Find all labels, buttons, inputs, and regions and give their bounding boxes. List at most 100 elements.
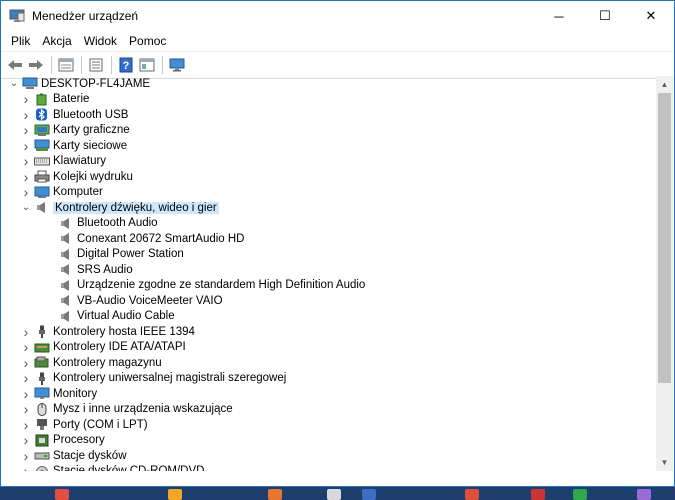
tree-device[interactable]: SRS Audio bbox=[0, 262, 656, 278]
chevron-down-icon[interactable]: ⌄ bbox=[8, 78, 20, 89]
tree-category[interactable]: › Kolejki wydruku bbox=[0, 169, 656, 185]
chevron-right-icon[interactable]: › bbox=[20, 355, 32, 371]
tree-device[interactable]: VB-Audio VoiceMeeter VAIO bbox=[0, 293, 656, 309]
speaker-icon bbox=[34, 201, 50, 214]
speaker-icon bbox=[58, 248, 74, 261]
tree-category[interactable]: › Stacje dysków bbox=[0, 448, 656, 464]
chevron-right-icon[interactable]: › bbox=[20, 432, 32, 448]
forward-icon[interactable] bbox=[26, 55, 46, 75]
tree-category[interactable]: › Bluetooth USB bbox=[0, 107, 656, 123]
scroll-up-icon[interactable]: ▲ bbox=[656, 76, 673, 93]
minimize-button[interactable]: ─ bbox=[536, 1, 582, 31]
toolbar: ? bbox=[1, 51, 674, 79]
tree-category[interactable]: › Karty graficzne bbox=[0, 122, 656, 138]
taskbar-app-icon[interactable] bbox=[268, 489, 282, 500]
battery-icon bbox=[34, 93, 50, 106]
taskbar-app-icon[interactable] bbox=[168, 489, 182, 500]
chevron-right-icon[interactable]: › bbox=[20, 370, 32, 386]
maximize-button[interactable]: ☐ bbox=[582, 1, 628, 31]
help-icon[interactable]: ? bbox=[116, 55, 136, 75]
tree-category[interactable]: › Baterie bbox=[0, 91, 656, 107]
device-manager-app-icon bbox=[9, 9, 25, 23]
chevron-right-icon[interactable]: › bbox=[20, 153, 32, 169]
taskbar-app-icon[interactable] bbox=[362, 489, 376, 500]
chevron-right-icon[interactable]: › bbox=[20, 169, 32, 185]
tree-device[interactable]: Conexant 20672 SmartAudio HD bbox=[0, 231, 656, 247]
menu-pomoc[interactable]: Pomoc bbox=[123, 34, 172, 48]
chevron-right-icon[interactable]: › bbox=[20, 122, 32, 138]
tree-category[interactable]: › Kontrolery hosta IEEE 1394 bbox=[0, 324, 656, 340]
taskbar-app-icon[interactable] bbox=[55, 489, 69, 500]
action-icon[interactable] bbox=[137, 55, 157, 75]
tree-device[interactable]: Digital Power Station bbox=[0, 247, 656, 263]
monitor-icon[interactable] bbox=[167, 55, 187, 75]
title-bar[interactable]: Menedżer urządzeń ─ ☐ ✕ bbox=[1, 1, 674, 31]
tree-category[interactable]: › Monitory bbox=[0, 386, 656, 402]
vertical-scrollbar[interactable]: ▲ ▼ bbox=[656, 76, 673, 471]
taskbar-app-icon[interactable] bbox=[637, 489, 651, 500]
tree-category[interactable]: › Stacje dysków CD-ROM/DVD bbox=[0, 463, 656, 471]
tree-category[interactable]: › Komputer bbox=[0, 184, 656, 200]
tree-category[interactable]: › Kontrolery IDE ATA/ATAPI bbox=[0, 339, 656, 355]
taskbar-app-icon[interactable] bbox=[465, 489, 479, 500]
scrollbar-thumb[interactable] bbox=[658, 93, 671, 383]
display-adapter-icon bbox=[34, 124, 50, 137]
chevron-right-icon[interactable]: › bbox=[20, 184, 32, 200]
tree-category-label: Kolejki wydruku bbox=[53, 170, 133, 183]
chevron-right-icon[interactable]: › bbox=[20, 324, 32, 340]
taskbar-app-icon[interactable] bbox=[327, 489, 341, 500]
properties-view-icon[interactable] bbox=[56, 55, 76, 75]
tree-category-label: Kontrolery IDE ATA/ATAPI bbox=[53, 341, 186, 354]
tree-category-label: Komputer bbox=[53, 186, 103, 199]
tree-category-label: Porty (COM i LPT) bbox=[53, 418, 148, 431]
tree-device[interactable]: Bluetooth Audio bbox=[0, 216, 656, 232]
back-icon[interactable] bbox=[5, 55, 25, 75]
port-icon bbox=[34, 418, 50, 431]
details-icon[interactable] bbox=[86, 55, 106, 75]
chevron-right-icon[interactable]: › bbox=[20, 401, 32, 417]
tree-category[interactable]: › Kontrolery uniwersalnej magistrali szer… bbox=[0, 370, 656, 386]
taskbar bbox=[0, 487, 675, 500]
tree-category[interactable]: › Kontrolery magazynu bbox=[0, 355, 656, 371]
tree-category-label: Kontrolery dźwięku, wideo i gier bbox=[53, 201, 219, 214]
taskbar-app-icon[interactable] bbox=[573, 489, 587, 500]
chevron-down-icon[interactable]: ⌄ bbox=[20, 202, 32, 213]
dvd-drive-icon bbox=[34, 465, 50, 471]
chevron-right-icon[interactable]: › bbox=[20, 91, 32, 107]
tree-category-label: Mysz i inne urządzenia wskazujące bbox=[53, 403, 233, 416]
computer-icon bbox=[22, 77, 38, 90]
window-title: Menedżer urządzeń bbox=[32, 9, 139, 23]
tree-category[interactable]: ⌄ Kontrolery dźwięku, wideo i gier bbox=[0, 200, 656, 216]
chevron-right-icon[interactable]: › bbox=[20, 107, 32, 123]
speaker-icon bbox=[58, 263, 74, 276]
tree-category[interactable]: › Klawiatury bbox=[0, 153, 656, 169]
tree-category[interactable]: › Procesory bbox=[0, 432, 656, 448]
tree-category[interactable]: › Karty sieciowe bbox=[0, 138, 656, 154]
chevron-right-icon[interactable]: › bbox=[20, 448, 32, 464]
scroll-down-icon[interactable]: ▼ bbox=[656, 454, 673, 471]
tree-device[interactable]: Virtual Audio Cable bbox=[0, 309, 656, 325]
printer-icon bbox=[34, 170, 50, 183]
tree-root[interactable]: ⌄ DESKTOP-FL4JAME bbox=[0, 76, 656, 92]
close-button[interactable]: ✕ bbox=[628, 1, 674, 31]
chevron-right-icon[interactable]: › bbox=[20, 417, 32, 433]
chevron-right-icon[interactable]: › bbox=[20, 339, 32, 355]
tree-root-label: DESKTOP-FL4JAME bbox=[41, 77, 151, 90]
device-tree[interactable]: ⌄ DESKTOP-FL4JAME › Baterie › Bluetooth USB… bbox=[0, 76, 656, 471]
taskbar-app-icon[interactable] bbox=[531, 489, 545, 500]
tree-category[interactable]: › Mysz i inne urządzenia wskazujące bbox=[0, 401, 656, 417]
menu-akcja[interactable]: Akcja bbox=[36, 34, 77, 48]
chevron-right-icon[interactable]: › bbox=[20, 386, 32, 402]
chevron-right-icon[interactable]: › bbox=[20, 463, 32, 471]
chevron-right-icon[interactable]: › bbox=[20, 138, 32, 154]
tree-category[interactable]: › Porty (COM i LPT) bbox=[0, 417, 656, 433]
tree-device[interactable]: Urządzenie zgodne ze standardem High Def… bbox=[0, 278, 656, 294]
menu-plik[interactable]: Plik bbox=[5, 34, 36, 48]
menu-widok[interactable]: Widok bbox=[78, 34, 123, 48]
toolbar-separator bbox=[162, 56, 163, 74]
tree-device-label: Digital Power Station bbox=[77, 248, 184, 261]
storage-controller-icon bbox=[34, 356, 50, 369]
tree-category-label: Bluetooth USB bbox=[53, 108, 129, 121]
mouse-icon bbox=[34, 402, 50, 416]
tree-device-label: Virtual Audio Cable bbox=[77, 310, 175, 323]
